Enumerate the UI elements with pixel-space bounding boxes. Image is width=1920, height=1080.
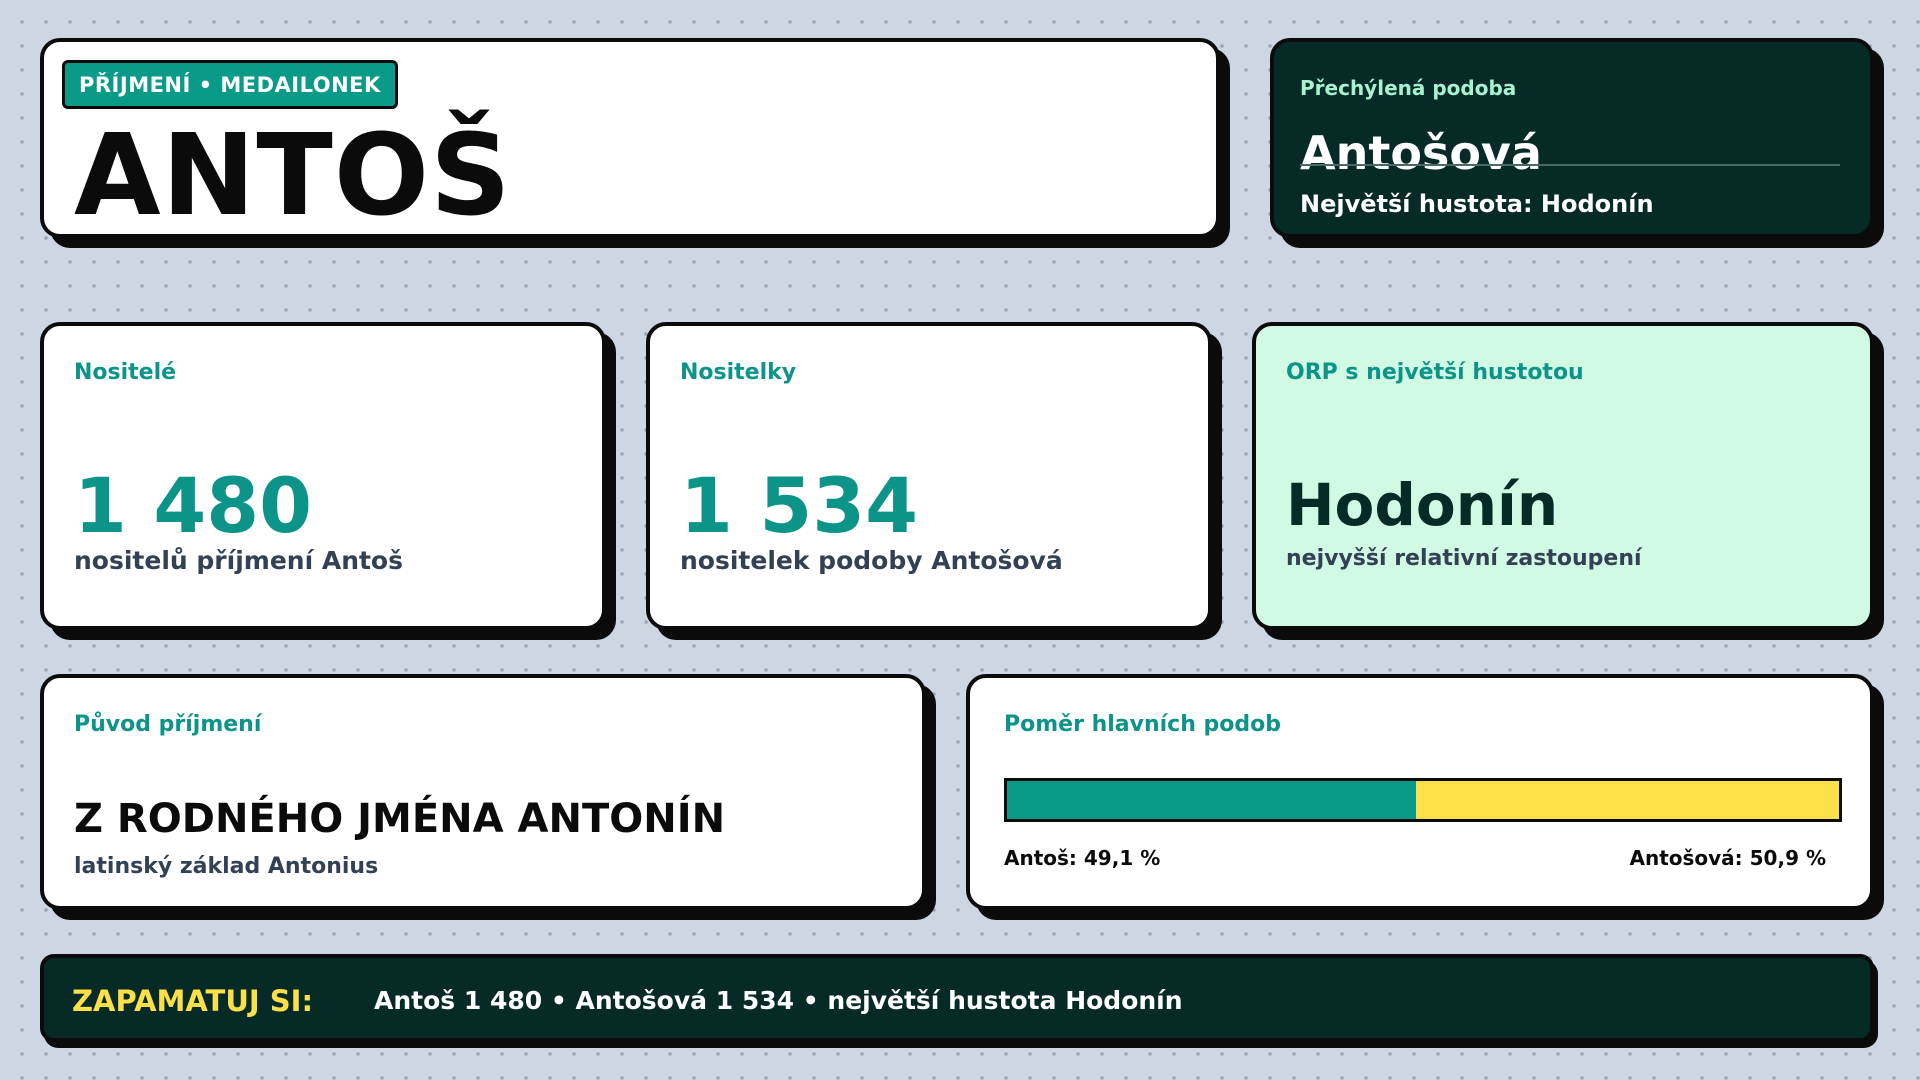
variant-name: Antošová	[1300, 126, 1542, 180]
ratio-card: Poměr hlavních podob Antoš: 49,1 % Antoš…	[966, 674, 1874, 910]
title-card: PŘÍJMENÍ • MEDAILONEK ANTOŠ	[40, 38, 1220, 238]
origin-title: Z RODNÉHO JMÉNA ANTONÍN	[74, 796, 726, 842]
origin-label: Původ příjmení	[74, 712, 262, 737]
ratio-bar	[1004, 778, 1842, 822]
variant-label: Přechýlená podoba	[1300, 76, 1517, 100]
stat-description: nejvyšší relativní zastoupení	[1286, 546, 1642, 571]
ratio-value-antos: Antoš: 49,1 %	[1004, 846, 1161, 870]
stat-card-female: Nositelky 1 534 nositelek podoby Antošov…	[646, 322, 1212, 630]
variant-card: Přechýlená podoba Antošová Největší hust…	[1270, 38, 1874, 238]
origin-subtitle: latinský základ Antonius	[74, 854, 379, 879]
stat-label: Nositelky	[680, 360, 797, 385]
stat-card-orp: ORP s největší hustotou Hodonín nejvyšší…	[1252, 322, 1874, 630]
ratio-value-antosova: Antošová: 50,9 %	[1629, 846, 1826, 870]
footer-banner: ZAPAMATUJ SI: Antoš 1 480 • Antošová 1 5…	[40, 954, 1874, 1042]
category-tag: PŘÍJMENÍ • MEDAILONEK	[62, 60, 398, 109]
stat-value: 1 534	[680, 461, 918, 550]
stat-card-male: Nositelé 1 480 nositelů příjmení Antoš	[40, 322, 606, 630]
stat-label: ORP s největší hustotou	[1286, 360, 1584, 385]
ratio-label: Poměr hlavních podob	[1004, 712, 1282, 737]
stat-description: nositelů příjmení Antoš	[74, 546, 403, 575]
footer-summary: Antoš 1 480 • Antošová 1 534 • největší …	[374, 986, 1183, 1015]
stat-label: Nositelé	[74, 360, 177, 385]
surname-title: ANTOŠ	[74, 111, 512, 241]
orp-value: Hodonín	[1286, 471, 1559, 539]
variant-density: Největší hustota: Hodonín	[1300, 190, 1654, 218]
variant-divider	[1300, 164, 1840, 166]
stat-description: nositelek podoby Antošová	[680, 546, 1063, 575]
stat-value: 1 480	[74, 461, 312, 550]
ratio-segment-antosova	[1415, 781, 1839, 819]
origin-card: Původ příjmení Z RODNÉHO JMÉNA ANTONÍN l…	[40, 674, 926, 910]
ratio-segment-antos	[1007, 781, 1416, 819]
footer-heading: ZAPAMATUJ SI:	[72, 984, 314, 1018]
